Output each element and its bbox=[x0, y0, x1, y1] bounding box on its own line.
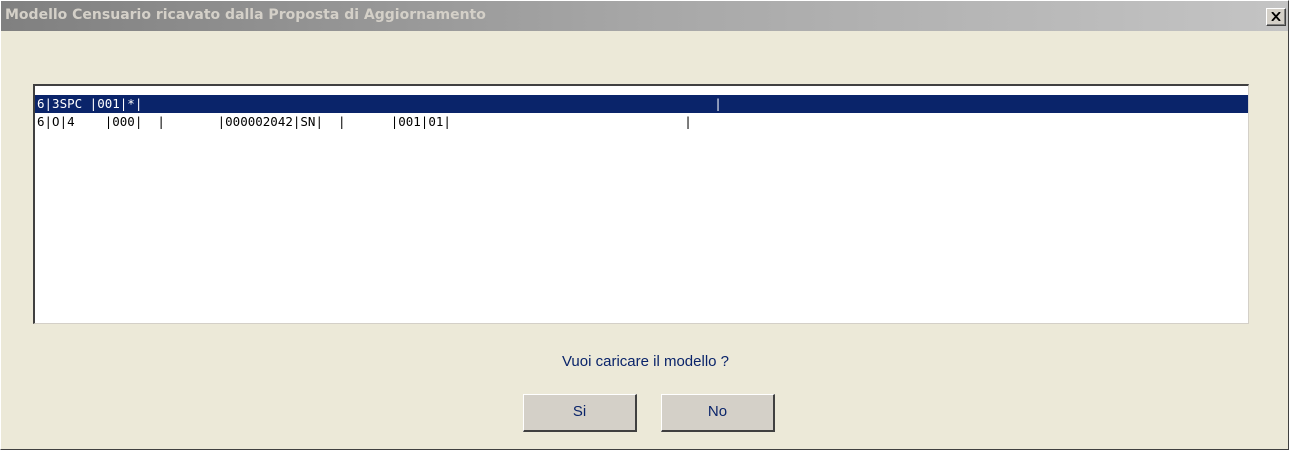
yes-button[interactable]: Si bbox=[523, 394, 637, 432]
list-item[interactable]: 6|O|4 |000| | |000002042|SN| | |001|01| … bbox=[35, 113, 1248, 131]
title-bar[interactable]: Modello Censuario ricavato dalla Propost… bbox=[1, 1, 1288, 31]
model-listbox[interactable]: 6|3SPC |001|*| | 6|O|4 |000| | |00000204… bbox=[33, 84, 1249, 324]
close-button[interactable] bbox=[1266, 8, 1286, 26]
prompt-text: Vuoi caricare il modello ? bbox=[561, 353, 730, 370]
dialog-window: Modello Censuario ricavato dalla Propost… bbox=[0, 0, 1289, 450]
close-icon bbox=[1271, 12, 1281, 21]
list-item[interactable]: 6|3SPC |001|*| | bbox=[35, 95, 1248, 113]
no-button[interactable]: No bbox=[661, 394, 775, 432]
window-title: Modello Censuario ricavato dalla Propost… bbox=[5, 7, 486, 23]
